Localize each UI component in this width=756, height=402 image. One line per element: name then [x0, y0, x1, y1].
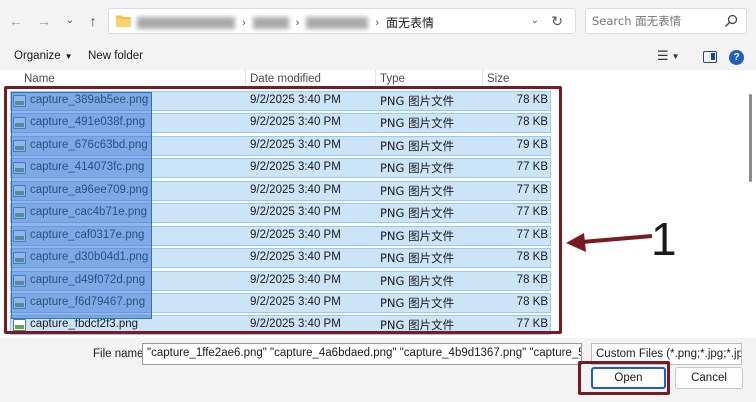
new-folder-button[interactable]: New folder: [88, 50, 143, 62]
view-options-button[interactable]: ☰ ▼: [657, 48, 680, 64]
chevron-down-icon[interactable]: ⌄: [62, 13, 78, 29]
annotation-selection-box: [4, 86, 562, 334]
help-icon[interactable]: ?: [729, 50, 744, 65]
breadcrumb-separator: ›: [295, 16, 300, 29]
file-name-field[interactable]: "capture_1ffe2ae6.png" "capture_4a6bdaed…: [142, 343, 582, 365]
back-arrow-icon[interactable]: ←: [8, 13, 24, 29]
breadcrumb: › › › 面无表情: [137, 14, 434, 30]
search-icon[interactable]: [724, 14, 738, 28]
address-row: ← → ⌄ ↑ › › › 面无表情 ⌄ ↻: [0, 0, 756, 42]
search-input[interactable]: [592, 13, 720, 29]
up-arrow-icon[interactable]: ↑: [85, 13, 101, 29]
address-bar[interactable]: › › › 面无表情 ⌄ ↻: [108, 8, 576, 34]
annotation-number-1: 1: [651, 213, 677, 265]
organize-label: Organize: [14, 50, 61, 62]
redacted-crumb: [306, 16, 369, 29]
search-box[interactable]: [585, 8, 747, 34]
preview-pane-icon[interactable]: [703, 51, 717, 63]
refresh-icon[interactable]: ↻: [551, 13, 563, 30]
breadcrumb-separator: ›: [242, 16, 246, 29]
command-toolbar: Organize ▼ New folder ☰ ▼ ?: [0, 44, 756, 70]
folder-icon: [116, 15, 131, 27]
open-button[interactable]: Open: [591, 367, 666, 389]
cancel-button[interactable]: Cancel: [675, 367, 743, 389]
file-name-label: File name:: [93, 348, 147, 360]
vertical-scrollbar[interactable]: [748, 70, 753, 200]
redacted-crumb: [252, 16, 289, 29]
address-dropdown-icon[interactable]: ⌄: [531, 15, 539, 26]
list-view-icon: ☰: [657, 48, 669, 63]
scrollbar-thumb[interactable]: [749, 94, 752, 182]
breadcrumb-separator: ›: [375, 16, 380, 29]
caret-down-icon: ▼: [64, 52, 73, 61]
forward-arrow-icon[interactable]: →: [36, 13, 52, 29]
breadcrumb-current-folder[interactable]: 面无表情: [386, 16, 434, 30]
organize-menu[interactable]: Organize ▼: [14, 50, 73, 62]
caret-down-icon: ▼: [671, 52, 680, 62]
redacted-crumb: [137, 16, 235, 29]
dialog-footer: File name: "capture_1ffe2ae6.png" "captu…: [0, 338, 756, 402]
